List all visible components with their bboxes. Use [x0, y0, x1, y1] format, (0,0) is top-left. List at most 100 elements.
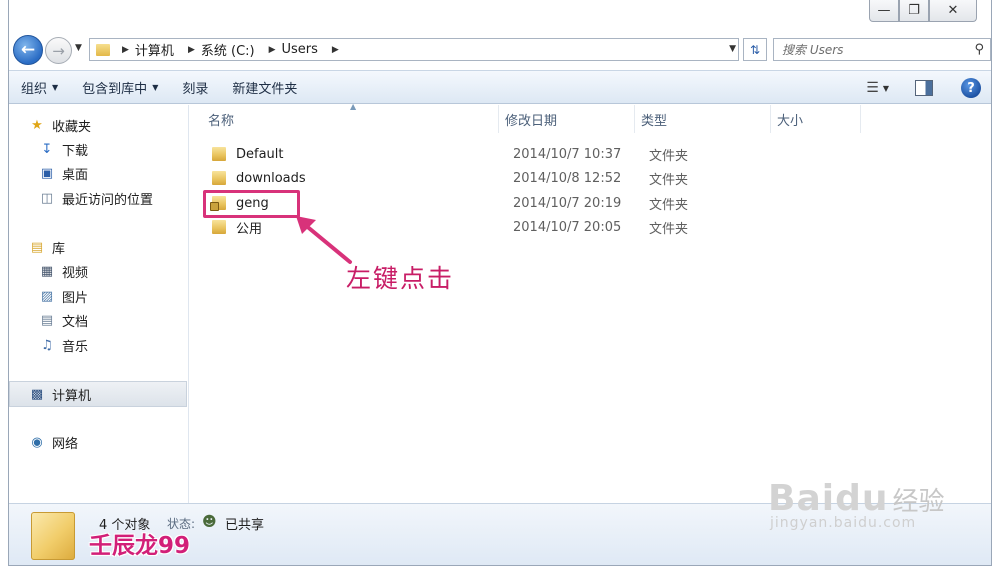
sidebar-item-computer[interactable]: ▩ 计算机: [29, 383, 91, 405]
chevron-right-icon[interactable]: ▶: [332, 45, 339, 55]
file-modified: 2014/10/7 20:19: [513, 195, 622, 211]
sidebar-item-label: 收藏夹: [52, 119, 92, 135]
sidebar-item-label: 图片: [62, 290, 89, 306]
file-modified: 2014/10/7 10:37: [513, 146, 622, 162]
sidebar-item-libraries[interactable]: ▤ 库: [29, 236, 65, 258]
file-name: Default: [236, 146, 284, 162]
forward-button[interactable]: →: [45, 37, 72, 64]
file-type: 文件夹: [649, 148, 689, 164]
recent-places-icon: ◫: [40, 190, 54, 206]
column-header-name[interactable]: 名称: [190, 105, 499, 133]
chevron-right-icon[interactable]: ▶: [188, 45, 195, 55]
sidebar-item-label: 库: [52, 241, 66, 257]
sidebar-item-favorites[interactable]: ★ 收藏夹: [29, 114, 91, 136]
file-list: ▲ 名称 修改日期 类型 大小 Default 2014/10/7 10:37 …: [190, 102, 991, 503]
burn-button[interactable]: 刻录: [170, 71, 220, 103]
baidu-watermark: Baidu 经验 jingyan.baidu.com: [768, 478, 993, 568]
sidebar-item-label: 桌面: [62, 167, 89, 183]
back-button[interactable]: ←: [13, 35, 43, 65]
file-name: downloads: [236, 170, 306, 186]
chevron-right-icon[interactable]: ▶: [269, 45, 276, 55]
sidebar-item-recent-places[interactable]: ◫ 最近访问的位置: [39, 187, 153, 209]
sidebar-item-desktop[interactable]: ▣ 桌面: [39, 162, 88, 184]
music-icon: ♫: [41, 337, 53, 353]
navigation-pane: ★ 收藏夹 ↧ 下载 ▣ 桌面 ◫ 最近访问的位置 ▤ 库 ▦ 视频 ▨ 图片 …: [9, 105, 189, 503]
address-row: ← → ▼ ▶ 计算机 ▶ 系统 (C:) ▶ Users ▶ ▼ ⇅ ⚲: [9, 30, 993, 68]
baidu-url: jingyan.baidu.com: [770, 515, 917, 531]
folder-icon: [212, 147, 226, 161]
sidebar-item-label: 音乐: [62, 339, 89, 355]
column-header-label: 名称: [208, 113, 235, 129]
sidebar-item-label: 下载: [62, 143, 89, 159]
file-name: 公用: [236, 221, 263, 237]
forward-arrow-icon: →: [52, 41, 65, 60]
refresh-icon: ⇅: [749, 42, 761, 57]
star-icon: ★: [31, 117, 43, 133]
new-folder-button[interactable]: 新建文件夹: [220, 71, 309, 103]
file-type: 文件夹: [649, 197, 689, 213]
view-options-dropdown[interactable]: ▼: [883, 84, 889, 93]
refresh-button[interactable]: ⇅: [743, 38, 767, 61]
folder-icon: [212, 171, 226, 185]
column-header-label: 大小: [777, 113, 804, 129]
chevron-down-icon: ▼: [152, 82, 159, 92]
maximize-button[interactable]: ❐: [899, 0, 929, 22]
large-folder-icon: [31, 512, 75, 560]
search-box: ⚲: [773, 38, 991, 61]
file-row[interactable]: Default 2014/10/7 10:37 文件夹: [212, 143, 912, 165]
sidebar-item-downloads[interactable]: ↧ 下载: [39, 138, 88, 160]
breadcrumb-computer[interactable]: 计算机: [135, 40, 174, 59]
burn-label: 刻录: [182, 81, 209, 97]
column-header-label: 类型: [641, 113, 668, 129]
sidebar-item-documents[interactable]: ▤ 文档: [39, 309, 88, 331]
breadcrumb-system-c[interactable]: 系统 (C:): [201, 40, 255, 59]
caption-buttons: — ❐ ✕: [869, 0, 977, 22]
column-header-type[interactable]: 类型: [635, 105, 771, 133]
breadcrumb-users[interactable]: Users: [282, 42, 318, 57]
address-bar[interactable]: ▶ 计算机 ▶ 系统 (C:) ▶ Users ▶ ▼: [89, 38, 739, 61]
file-row[interactable]: downloads 2014/10/8 12:52 文件夹: [212, 167, 912, 189]
sidebar-item-videos[interactable]: ▦ 视频: [39, 260, 88, 282]
pictures-icon: ▨: [40, 288, 54, 304]
highlight-box: [203, 190, 300, 218]
help-icon[interactable]: ?: [961, 78, 981, 98]
desktop-icon: ▣: [40, 165, 54, 181]
annotation-text: 左键点击: [346, 264, 455, 293]
video-icon: ▦: [40, 263, 54, 279]
sidebar-item-label: 最近访问的位置: [62, 192, 154, 208]
baidu-logo-cn: 经验: [892, 487, 945, 517]
minimize-button[interactable]: —: [869, 0, 899, 22]
chevron-right-icon[interactable]: ▶: [122, 45, 129, 55]
include-library-label: 包含到库中: [82, 81, 148, 97]
chevron-down-icon: ▼: [52, 82, 59, 92]
view-details-icon[interactable]: ☰: [866, 80, 879, 96]
column-header-modified[interactable]: 修改日期: [499, 105, 635, 133]
column-header-size[interactable]: 大小: [771, 105, 861, 133]
preview-pane-icon[interactable]: [915, 80, 933, 96]
recent-pages-dropdown[interactable]: ▼: [75, 43, 82, 53]
file-modified: 2014/10/8 12:52: [513, 170, 622, 186]
close-icon: ✕: [947, 3, 959, 18]
organize-button[interactable]: 组织 ▼: [9, 71, 70, 103]
sidebar-item-pictures[interactable]: ▨ 图片: [39, 285, 88, 307]
restore-icon: ❐: [908, 3, 920, 18]
search-icon[interactable]: ⚲: [974, 42, 984, 57]
toolbar-right: ☰ ▼ ?: [866, 71, 981, 105]
include-library-button[interactable]: 包含到库中 ▼: [70, 71, 170, 103]
shared-users-icon: ☻: [202, 514, 217, 530]
back-arrow-icon: ←: [20, 40, 36, 60]
library-icon: ▤: [30, 239, 44, 255]
sidebar-item-label: 网络: [52, 436, 79, 452]
download-folder-icon: ↧: [41, 141, 53, 157]
sidebar-item-music[interactable]: ♫ 音乐: [39, 334, 88, 356]
address-history-dropdown[interactable]: ▼: [729, 44, 736, 54]
folder-icon: [212, 220, 226, 234]
computer-icon: ▩: [30, 386, 44, 402]
status-shared-value: 已共享: [225, 518, 265, 533]
minimize-icon: —: [877, 3, 891, 18]
search-input[interactable]: [782, 42, 952, 57]
file-modified: 2014/10/7 20:05: [513, 219, 622, 235]
sidebar-item-network[interactable]: ◉ 网络: [29, 431, 78, 453]
close-button[interactable]: ✕: [929, 0, 977, 22]
file-type: 文件夹: [649, 172, 689, 188]
